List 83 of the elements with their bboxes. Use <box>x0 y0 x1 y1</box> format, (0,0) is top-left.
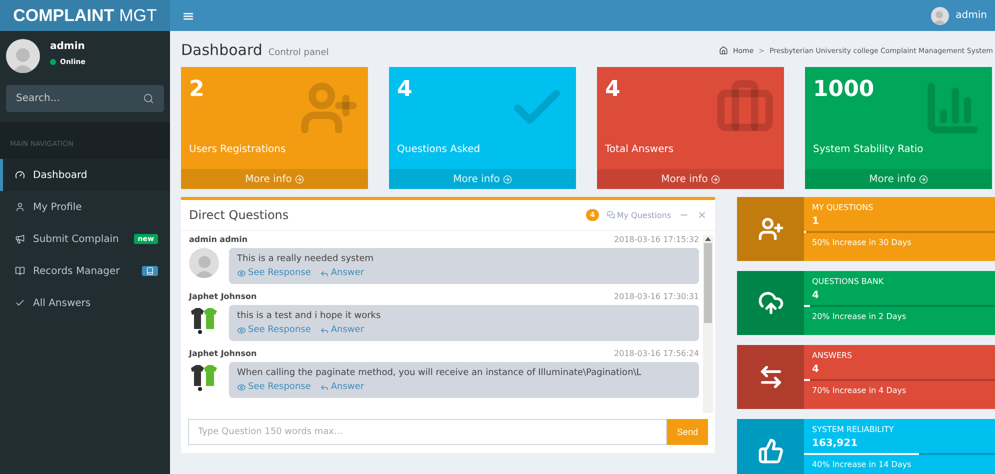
info-note: 20% Increase in 2 Days <box>811 312 908 321</box>
search-icon <box>143 93 154 104</box>
info-title: MY QUESTIONS <box>811 203 874 212</box>
user-plus-icon <box>758 216 784 242</box>
stat-value: 1000 <box>813 77 876 102</box>
arrow-circle-icon <box>710 174 720 184</box>
nav-item[interactable]: Dashboard <box>0 159 170 191</box>
message-time: 2018-03-16 17:56:24 <box>614 349 699 358</box>
nav-item[interactable]: All Answers <box>0 287 170 319</box>
thumbs-up-icon <box>758 438 784 464</box>
scrollbar[interactable] <box>703 235 713 413</box>
info-title: SYSTEM RELIABILITY <box>811 425 895 434</box>
my-questions-link[interactable]: My Questions <box>606 210 671 220</box>
stat-value: 2 <box>189 77 206 102</box>
reply-icon <box>320 326 329 334</box>
nav-item[interactable]: My Profile <box>0 191 170 223</box>
stat-label: System Stability Ratio <box>813 144 924 155</box>
answer-link[interactable]: Answer <box>320 268 364 278</box>
user-name[interactable]: admin <box>956 10 987 21</box>
author-name: Japhet Johnson <box>189 292 257 301</box>
avatar-icon <box>930 6 949 24</box>
answer-link[interactable]: Answer <box>320 325 364 335</box>
cloud-upload-icon <box>758 290 784 316</box>
reply-icon <box>320 382 329 392</box>
page-title: Dashboard <box>181 41 262 59</box>
answer-link[interactable]: Answer <box>320 382 364 392</box>
info-value: 4 <box>811 290 820 301</box>
arrow-circle-icon <box>502 174 512 184</box>
dashboard-icon <box>15 170 25 180</box>
eye-icon <box>237 326 246 334</box>
info-value: 1 <box>811 216 820 227</box>
message-text: This is a really needed system <box>237 254 375 264</box>
chat-icon <box>606 211 615 219</box>
page-subtitle: Control panel <box>268 48 329 58</box>
arrow-circle-icon <box>294 174 304 184</box>
see-response-link[interactable]: See Response <box>237 382 311 392</box>
arrow-circle-icon <box>918 174 928 184</box>
avatar-icon <box>189 248 219 278</box>
author-name: Japhet Johnson <box>189 349 257 358</box>
megaphone-icon <box>15 234 25 244</box>
message-text: When calling the paginate method, you will receive an instance of Illuminate\Pagination\L <box>237 368 642 378</box>
info-value: 4 <box>811 364 820 375</box>
t-shirt-icon <box>189 362 219 394</box>
question-input[interactable]: Type Question 150 words max... <box>188 419 667 445</box>
more-info-link[interactable]: More info <box>597 169 784 189</box>
stat-value: 4 <box>605 77 622 102</box>
info-note: 70% Increase in 4 Days <box>811 386 908 395</box>
info-title: ANSWERS <box>811 351 854 360</box>
more-info-link[interactable]: More info <box>389 169 576 189</box>
info-note: 40% Increase in 14 Days <box>811 460 912 469</box>
avatar-icon <box>6 39 40 73</box>
reply-icon <box>320 268 329 278</box>
info-value: 163,921 <box>811 438 859 449</box>
see-response-link[interactable]: See Response <box>237 268 311 278</box>
search-field[interactable]: Search... <box>6 85 164 112</box>
more-info-link[interactable]: More info <box>181 169 368 189</box>
stat-label: Users Registrations <box>189 144 287 155</box>
panel-title: Direct Questions <box>189 208 289 222</box>
app-logo: COMPLAINT MGT <box>0 0 170 31</box>
nav-item[interactable]: Records Manager <box>0 255 170 287</box>
stat-value: 4 <box>397 77 414 102</box>
stat-label: Total Answers <box>605 144 675 155</box>
eye-icon <box>237 268 246 278</box>
eye-icon <box>237 382 246 392</box>
message-time: 2018-03-16 17:15:32 <box>614 235 699 244</box>
stat-label: Questions Asked <box>397 144 482 155</box>
home-icon <box>718 46 728 55</box>
send-button[interactable]: Send <box>667 419 708 445</box>
scroll-up-icon[interactable] <box>705 235 711 243</box>
info-title: QUESTIONS BANK <box>811 277 885 286</box>
author-name: admin admin <box>189 235 248 244</box>
info-note: 50% Increase in 30 Days <box>811 238 912 247</box>
user-name: admin <box>50 41 86 52</box>
check-icon <box>15 298 25 308</box>
t-shirt-icon <box>189 305 219 337</box>
message-time: 2018-03-16 17:30:31 <box>614 292 699 301</box>
book-icon <box>15 266 25 276</box>
message-text: this is a test and i hope it works <box>237 311 382 321</box>
close-icon[interactable] <box>697 210 707 220</box>
user-icon <box>15 202 25 212</box>
see-response-link[interactable]: See Response <box>237 325 311 335</box>
menu-button[interactable]: ≡ <box>182 6 195 24</box>
more-info-link[interactable]: More info <box>805 169 992 189</box>
